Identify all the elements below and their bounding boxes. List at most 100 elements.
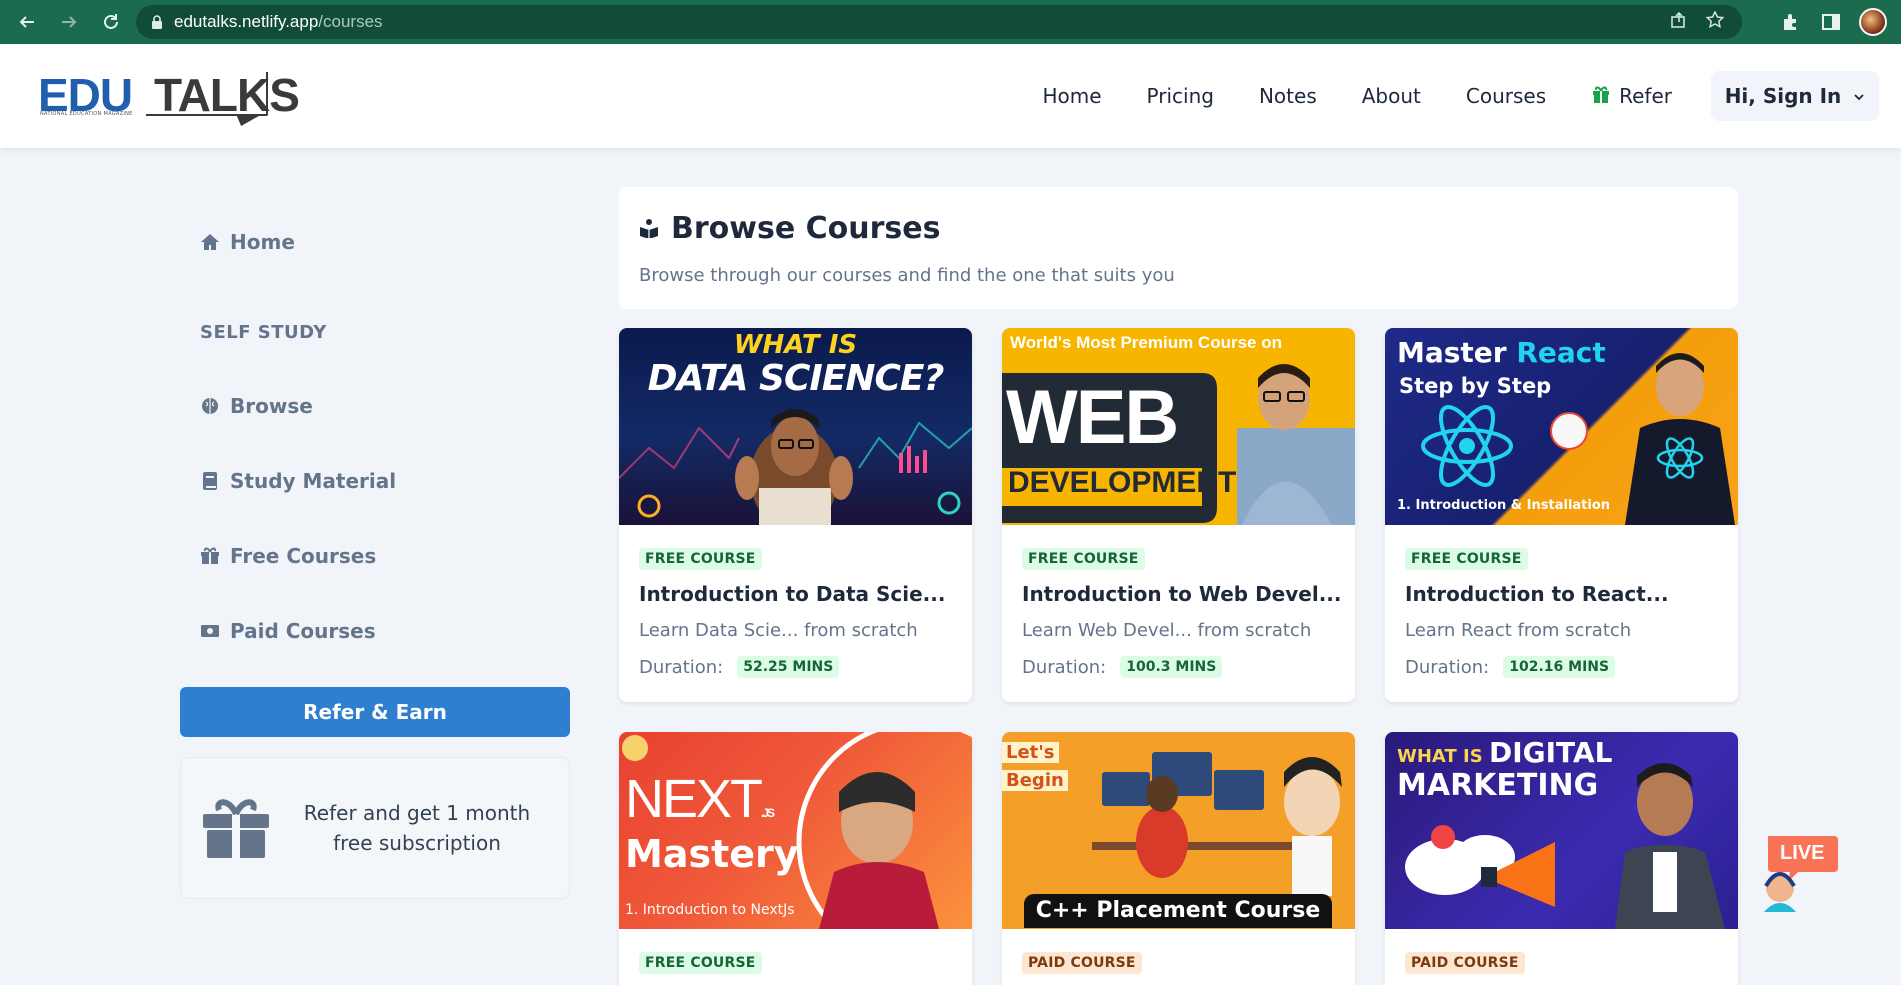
sidebar-item-label: Free Courses: [230, 544, 377, 568]
refer-promo-text: Refer and get 1 month free subscription: [303, 801, 531, 855]
course-thumbnail[interactable]: Let's Begin C++ Placement Course: [1002, 732, 1355, 929]
course-card[interactable]: Master React Step by Step 1. Introductio…: [1385, 328, 1738, 702]
nav-refer-label: Refer: [1619, 84, 1672, 108]
sign-in-label: Hi, Sign In: [1724, 84, 1842, 108]
course-description: Learn Data Scie... from scratch: [639, 620, 918, 641]
url-text: edutalks.netlify.app/courses: [174, 12, 383, 31]
top-navigation: Home Pricing Notes About Courses Refer H…: [1042, 44, 1901, 148]
lock-icon: [150, 15, 164, 29]
nav-refer[interactable]: Refer: [1591, 84, 1672, 109]
thumbnail-text: World's Most Premium Course on: [1010, 333, 1282, 352]
duration-label: Duration:: [1405, 656, 1490, 678]
logo-talks: TALKS: [154, 69, 300, 121]
forward-icon[interactable]: [54, 7, 84, 37]
refer-promo-card: Refer and get 1 month free subscription: [180, 757, 570, 899]
refer-and-earn-button[interactable]: Refer & Earn: [180, 687, 570, 737]
duration-value: 100.3 MINS: [1120, 656, 1223, 678]
course-type-badge: FREE COURSE: [639, 548, 762, 570]
page-subtitle: Browse through our courses and find the …: [639, 265, 1175, 286]
thumbnail-text: WEB: [1006, 375, 1179, 460]
course-title[interactable]: Introduction to React...: [1405, 582, 1669, 606]
side-panel-icon[interactable]: [1819, 10, 1843, 34]
course-duration: Duration: 102.16 MINS: [1405, 656, 1616, 678]
book-reader-icon: [639, 211, 659, 246]
course-type-badge: PAID COURSE: [1405, 952, 1525, 974]
brain-icon: [200, 396, 220, 416]
page-title: Browse Courses: [639, 211, 940, 246]
thumbnail-text: Let's: [1002, 742, 1059, 763]
nav-home[interactable]: Home: [1042, 84, 1101, 108]
book-icon: [200, 471, 220, 491]
bookmark-star-icon[interactable]: [1705, 10, 1725, 33]
nav-about[interactable]: About: [1362, 84, 1421, 108]
course-thumbnail[interactable]: Master React Step by Step 1. Introductio…: [1385, 328, 1738, 525]
duration-value: 52.25 MINS: [737, 656, 840, 678]
thumbnail-text: C++ Placement Course: [1024, 894, 1332, 928]
gift-icon: [1591, 84, 1611, 109]
thumbnail-text: Master React: [1397, 336, 1606, 369]
duration-label: Duration:: [1022, 656, 1107, 678]
edutalks-logo[interactable]: EDU TALKS NATIONAL EDUCATION MAGAZINE: [38, 68, 300, 126]
sidebar-item-browse[interactable]: Browse: [200, 394, 313, 418]
gift-icon: [200, 546, 220, 566]
sidebar-item-home[interactable]: Home: [200, 230, 295, 254]
thumbnail-text: 1. Introduction to NextJs: [625, 902, 795, 918]
gift-icon: [201, 796, 271, 860]
profile-avatar[interactable]: [1859, 8, 1887, 36]
course-thumbnail[interactable]: NEXT.JS Mastery 1. Introduction to NextJ…: [619, 732, 972, 929]
nav-notes[interactable]: Notes: [1259, 84, 1317, 108]
thumbnail-text: MARKETING: [1397, 768, 1599, 803]
thumbnail-text: Step by Step: [1399, 374, 1552, 398]
course-card[interactable]: WHAT IS DATA SCIENCE? FREE COURSE Introd…: [619, 328, 972, 702]
course-thumbnail[interactable]: WHAT IS DIGITAL MARKETING: [1385, 732, 1738, 929]
home-icon: [200, 232, 220, 252]
course-title[interactable]: Introduction to Web Devel...: [1022, 582, 1341, 606]
thumbnail-text: WHAT IS: [733, 330, 858, 360]
back-icon[interactable]: [12, 7, 42, 37]
course-type-badge: FREE COURSE: [1405, 548, 1528, 570]
course-card[interactable]: Let's Begin C++ Placement Course PAID CO…: [1002, 732, 1355, 985]
course-card[interactable]: NEXT.JS Mastery 1. Introduction to NextJ…: [619, 732, 972, 985]
course-title[interactable]: Introduction to Data Scie...: [639, 582, 945, 606]
chevron-down-icon: [1853, 84, 1865, 108]
share-icon[interactable]: [1670, 11, 1688, 33]
course-type-badge: FREE COURSE: [1022, 548, 1145, 570]
sidebar-item-study-material[interactable]: Study Material: [200, 469, 396, 493]
sidebar-section-heading: SELF STUDY: [200, 322, 327, 343]
sidebar-item-label: Study Material: [230, 469, 397, 493]
page-title-text: Browse Courses: [671, 211, 941, 246]
sidebar-item-free-courses[interactable]: Free Courses: [200, 544, 376, 568]
course-type-badge: PAID COURSE: [1022, 952, 1142, 974]
nav-pricing[interactable]: Pricing: [1147, 84, 1214, 108]
thumbnail-text: Lecture 0: [1008, 506, 1071, 522]
course-thumbnail[interactable]: World's Most Premium Course on WEB DEVEL…: [1002, 328, 1355, 525]
money-icon: [200, 621, 220, 641]
sidebar-item-label: Paid Courses: [230, 619, 376, 643]
course-duration: Duration: 52.25 MINS: [639, 656, 840, 678]
address-bar[interactable]: edutalks.netlify.app/courses: [136, 5, 1742, 39]
live-chat-widget[interactable]: LIVE: [1758, 832, 1838, 912]
thumbnail-text: Mastery: [625, 832, 799, 876]
browser-toolbar: edutalks.netlify.app/courses: [0, 0, 1901, 44]
course-duration: Duration: 100.3 MINS: [1022, 656, 1223, 678]
course-card[interactable]: World's Most Premium Course on WEB DEVEL…: [1002, 328, 1355, 702]
course-thumbnail[interactable]: WHAT IS DATA SCIENCE?: [619, 328, 972, 525]
nav-courses[interactable]: Courses: [1466, 84, 1546, 108]
logo-tagline: NATIONAL EDUCATION MAGAZINE: [40, 111, 133, 117]
sidebar-item-label: Home: [230, 230, 295, 254]
reload-icon[interactable]: [96, 7, 126, 37]
course-card[interactable]: WHAT IS DIGITAL MARKETING PAID COURSE: [1385, 732, 1738, 985]
extensions-icon[interactable]: [1779, 10, 1803, 34]
duration-value: 102.16 MINS: [1503, 656, 1616, 678]
browse-courses-header: Browse Courses Browse through our course…: [619, 187, 1738, 309]
site-header: EDU TALKS NATIONAL EDUCATION MAGAZINE Ho…: [0, 44, 1901, 148]
duration-label: Duration:: [639, 656, 724, 678]
thumbnail-text: DEVELOPMENT: [1008, 466, 1237, 499]
sidebar-item-label: Browse: [230, 394, 313, 418]
thumbnail-text: WHAT IS DIGITAL: [1397, 736, 1613, 769]
thumbnail-text: Begin: [1002, 770, 1068, 791]
sidebar-item-paid-courses[interactable]: Paid Courses: [200, 619, 376, 643]
thumbnail-text: DATA SCIENCE?: [647, 358, 945, 399]
course-description: Learn Web Devel... from scratch: [1022, 620, 1312, 641]
sign-in-button[interactable]: Hi, Sign In: [1711, 71, 1879, 121]
